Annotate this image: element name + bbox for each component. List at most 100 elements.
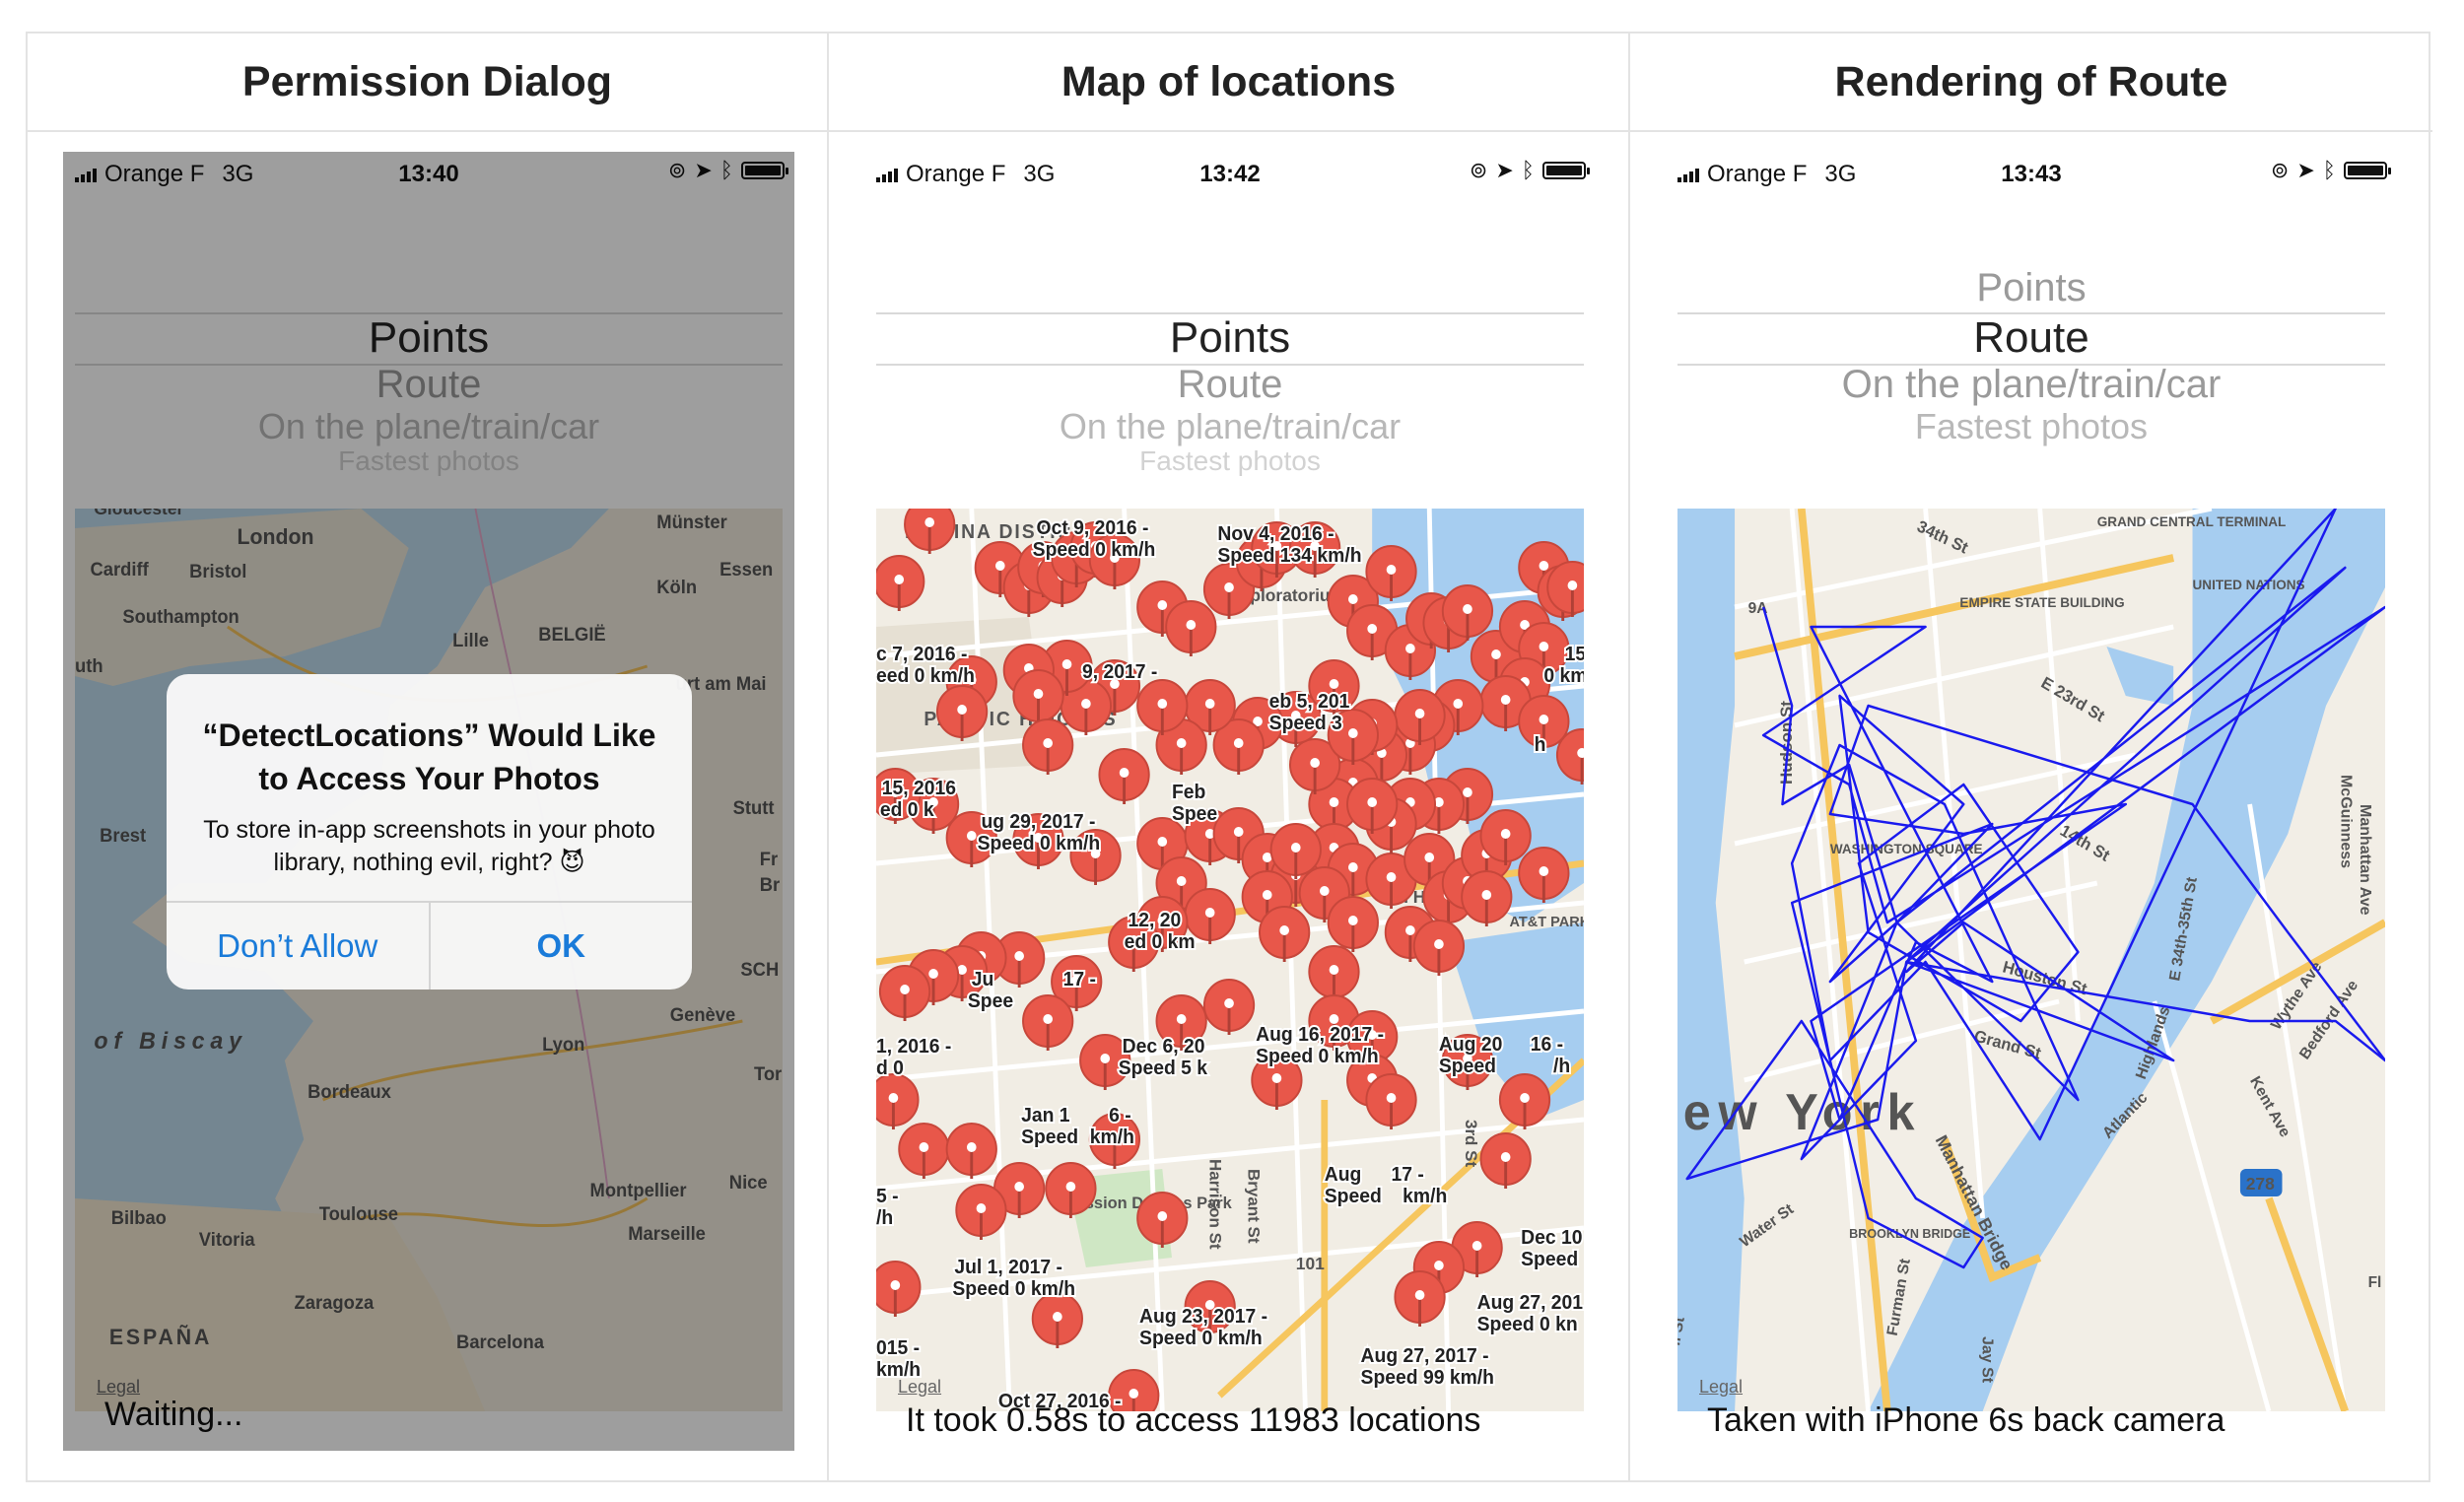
map-label: ew York — [1683, 1083, 1922, 1140]
pin-label: 9, 2017 - — [1082, 661, 1157, 683]
pin-label: /h — [876, 1207, 893, 1229]
pin-label: Spee — [968, 990, 1013, 1012]
bluetooth-icon: ᛒ — [1521, 158, 1535, 182]
map-label: WASHINGTON SQUARE — [1830, 842, 1983, 856]
picker-option[interactable]: Points — [1666, 266, 2397, 310]
column-header: Permission Dialog — [28, 34, 827, 132]
pin-label: 17 - — [1063, 969, 1096, 990]
status-bar: Orange F 3G 13:43 ⊚ ➤ ᛒ — [1666, 152, 2397, 197]
map-label: Harrison St — [1206, 1159, 1225, 1250]
alert-message: To store in-app screenshots in your phot… — [203, 816, 655, 876]
pin-label: 0 km — [1543, 665, 1584, 687]
map-label: GRAND CENTRAL TERMINAL — [2097, 514, 2287, 529]
location-arrow-icon: ➤ — [2296, 158, 2315, 182]
pin-label: Speed 5 k — [1119, 1058, 1207, 1079]
pin-label: Aug 20 — [1439, 1034, 1503, 1056]
pin-label: Feb — [1172, 782, 1205, 803]
pin-label: Nov 4, 2016 - — [1217, 523, 1334, 545]
pin-label: Jul 1, 2017 - — [954, 1257, 1062, 1278]
map-label: Jay St — [1979, 1336, 1996, 1384]
pin-label: Aug — [1325, 1164, 1362, 1186]
phone-screenshot: Orange F 3G 13:43 ⊚ ➤ ᛒ Points Route On the… — [1666, 152, 2397, 1451]
pin-label: 015 - — [876, 1337, 920, 1359]
pin-label: Aug 27, 201 — [1477, 1292, 1584, 1314]
pin-label: Speed 3 — [1269, 713, 1342, 734]
pin-label: 6 - — [1109, 1105, 1131, 1126]
phone-screenshot: Orange F 3G 13:40 ⊚ ➤ ᛒ Points Route On the… — [63, 152, 794, 1451]
column-map-of-locations: Map of locations Orange F 3G 13:42 ⊚ ➤ ᛒ Po… — [829, 34, 1630, 1480]
pin-label: 5 - — [876, 1186, 899, 1207]
pin-label: Dec 10 — [1521, 1227, 1582, 1249]
pin-label: Speed — [1439, 1056, 1496, 1077]
pin-label: 15 — [1565, 644, 1584, 665]
pin-label: Aug 27, 2017 - — [1361, 1345, 1489, 1367]
pin-label: Speed 0 km/h — [952, 1278, 1075, 1300]
ok-button[interactable]: OK — [428, 903, 693, 990]
pin-label: 12, 20 — [1128, 910, 1181, 931]
map-legal-link[interactable]: Legal — [898, 1377, 941, 1398]
pin-label: Speed 134 km/h — [1217, 545, 1361, 567]
pin-label: Aug 16, 2017 - — [1256, 1024, 1384, 1046]
map-san-francisco[interactable]: MARINA DISTRICT PACIFIC HEIGHTS Explorat… — [876, 509, 1584, 1411]
pin-label: Jan 1 — [1021, 1105, 1069, 1126]
pin-label: Speed — [1325, 1186, 1382, 1207]
pin-label: Aug 23, 2017 - — [1139, 1306, 1267, 1328]
pin-label: d 0 — [876, 1058, 904, 1079]
pin-label: km/h — [1090, 1126, 1134, 1148]
pin-label: km/h — [1403, 1186, 1447, 1207]
pin-label: eb 5, 201 — [1269, 691, 1350, 713]
pin-label: Speed 0 km/h — [1256, 1046, 1379, 1067]
pin-label: ed 0 km — [1125, 931, 1196, 953]
map-label: UNITED NATIONS — [2193, 578, 2305, 592]
pin-label: Dec 6, 20 — [1123, 1036, 1205, 1058]
pin-label: 15, 2016 — [882, 778, 956, 799]
picker-option[interactable]: On the plane/train/car — [1666, 363, 2397, 407]
map-label: 278 — [2246, 1174, 2275, 1194]
phone-screenshot: Orange F 3G 13:42 ⊚ ➤ ᛒ Points Route On the… — [864, 152, 1596, 1451]
picker-option[interactable]: Fastest photos — [864, 445, 1596, 477]
map-label: 101 — [1296, 1254, 1325, 1273]
map-sf-graphic: MARINA DISTRICT PACIFIC HEIGHTS Explorat… — [876, 509, 1584, 1411]
column-header: Rendering of Route — [1630, 34, 2432, 132]
pin-label: Speed — [1021, 1126, 1078, 1148]
picker-option[interactable]: Fastest photos — [1666, 406, 2397, 447]
picker-option[interactable]: Route — [864, 363, 1596, 407]
pin-label: eed 0 km/h — [876, 665, 975, 687]
comparison-table: Permission Dialog Orange F 3G 13:40 ⊚ ➤ ᛒ P… — [26, 32, 2432, 1482]
pin-label: 1, 2016 - — [876, 1036, 951, 1058]
map-label: AT&T PARK — [1510, 915, 1584, 930]
column-rendering-of-route: Rendering of Route Orange F 3G 13:43 ⊚ ➤ ᛒ … — [1630, 34, 2432, 1480]
pin-label: Spee — [1172, 803, 1217, 825]
bluetooth-icon: ᛒ — [2322, 158, 2336, 182]
picker-option[interactable]: On the plane/train/car — [864, 406, 1596, 447]
caption: It took 0.58s to access 11983 locations — [906, 1401, 1481, 1439]
dont-allow-button[interactable]: Don’t Allow — [167, 903, 429, 990]
pin-label: Speed 99 km/h — [1361, 1367, 1494, 1389]
map-label: 3rd St — [1462, 1120, 1480, 1168]
pin-label: Speed — [1521, 1249, 1578, 1270]
map-label: Bryant St — [1244, 1169, 1263, 1244]
pin-label: /h — [1553, 1056, 1570, 1077]
map-label: McGuinness — [2338, 775, 2355, 868]
pin-label: Speed 0 km/h — [978, 833, 1101, 854]
battery-icon — [1542, 162, 1590, 179]
column-header: Map of locations — [829, 34, 1628, 132]
map-label: Manhattan Ave — [2357, 804, 2373, 916]
alert-title: “DetectLocations” Would Like to Access Y… — [202, 717, 656, 796]
orientation-lock-icon: ⊚ — [1469, 158, 1488, 182]
permission-alert: “DetectLocations” Would Like to Access Y… — [167, 674, 692, 990]
column-permission-dialog: Permission Dialog Orange F 3G 13:40 ⊚ ➤ ᛒ P… — [28, 34, 829, 1480]
picker-option-selected[interactable]: Route — [1666, 313, 2397, 363]
map-new-york[interactable]: 34th St GRAND CENTRAL TERMINAL UNITED NA… — [1677, 509, 2385, 1411]
pin-label: Speed 0 km/h — [1139, 1328, 1263, 1349]
picker-option-selected[interactable]: Points — [864, 313, 1596, 363]
pin-label: c 7, 2016 - — [876, 644, 967, 665]
caption: Taken with iPhone 6s back camera — [1707, 1401, 2225, 1439]
pin-label: ed 0 k — [880, 799, 934, 821]
map-label: EMPIRE STATE BUILDING — [1959, 595, 2124, 610]
map-nyc-graphic: 34th St GRAND CENTRAL TERMINAL UNITED NA… — [1677, 509, 2385, 1411]
map-label: Fl — [2368, 1274, 2382, 1291]
pin-label: ug 29, 2017 - — [981, 811, 1095, 833]
map-legal-link[interactable]: Legal — [1699, 1377, 1743, 1398]
pin-label: h — [1535, 734, 1546, 756]
